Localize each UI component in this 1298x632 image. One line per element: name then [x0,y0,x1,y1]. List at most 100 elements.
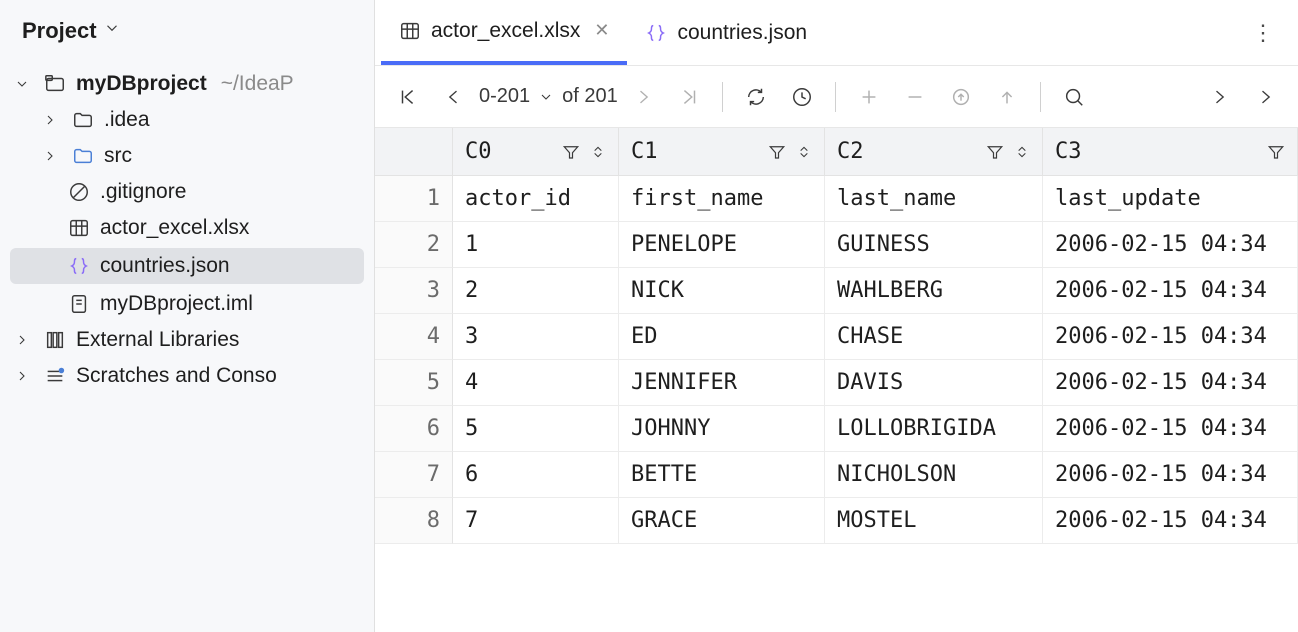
separator [1040,82,1041,112]
cell[interactable]: 2006-02-15 04:34 [1043,452,1298,498]
table-icon [66,217,92,239]
tree-item-src[interactable]: src [0,138,374,174]
row-number[interactable]: 2 [375,222,453,268]
next-page-button[interactable] [622,76,664,118]
row-range[interactable]: 0-201 of 201 [479,85,618,108]
cell[interactable]: MOSTEL [825,498,1043,544]
reload-button[interactable] [735,76,777,118]
cell[interactable]: WAHLBERG [825,268,1043,314]
column-header-c1[interactable]: C1 [619,128,825,176]
cell[interactable]: last_name [825,176,1043,222]
tab-countries-json[interactable]: countries.json [627,0,825,65]
chevron-down-icon[interactable] [10,76,34,92]
add-row-button[interactable] [848,76,890,118]
cell[interactable]: actor_id [453,176,619,222]
chevron-right-icon[interactable] [10,368,34,384]
cell[interactable]: 2006-02-15 04:34 [1043,360,1298,406]
search-button[interactable] [1053,76,1095,118]
cell[interactable]: LOLLOBRIGIDA [825,406,1043,452]
data-grid: C0 C1 C2 C3 1 [375,128,1298,544]
prev-page-button[interactable] [433,76,475,118]
cell[interactable]: JOHNNY [619,406,825,452]
project-sidebar: Project myDBproject ~/IdeaP .idea [0,0,375,632]
row-number[interactable]: 7 [375,452,453,498]
column-header-c0[interactable]: C0 [453,128,619,176]
tab-label: countries.json [677,21,807,45]
tree-item-idea[interactable]: .idea [0,102,374,138]
sort-icon[interactable] [590,144,606,160]
close-icon[interactable]: ✕ [594,20,609,41]
cell[interactable]: 2006-02-15 04:34 [1043,222,1298,268]
filter-icon[interactable] [768,143,786,161]
cell[interactable]: NICK [619,268,825,314]
more-icon[interactable]: ⋮ [1228,20,1298,46]
row-number[interactable]: 4 [375,314,453,360]
cell[interactable]: 6 [453,452,619,498]
tree-root[interactable]: myDBproject ~/IdeaP [0,66,374,102]
column-name: C2 [837,139,864,164]
scroll-right-button[interactable] [1198,76,1240,118]
cell[interactable]: NICHOLSON [825,452,1043,498]
sort-icon[interactable] [1014,144,1030,160]
scroll-right-button-2[interactable] [1244,76,1286,118]
column-header-c2[interactable]: C2 [825,128,1043,176]
remove-row-button[interactable] [894,76,936,118]
column-name: C3 [1055,139,1082,164]
tree-item-label: .idea [104,108,150,132]
row-number[interactable]: 6 [375,406,453,452]
tree-item-iml[interactable]: myDBproject.iml [0,286,374,322]
row-number[interactable]: 8 [375,498,453,544]
submit-button[interactable] [986,76,1028,118]
chevron-down-icon[interactable] [103,19,121,43]
cell[interactable]: ED [619,314,825,360]
scratches-icon [42,365,68,387]
cell[interactable]: 2006-02-15 04:34 [1043,268,1298,314]
tree-item-label: countries.json [100,254,230,278]
filter-icon[interactable] [1267,143,1285,161]
cell[interactable]: 5 [453,406,619,452]
column-name: C0 [465,139,492,164]
cell[interactable]: 2006-02-15 04:34 [1043,406,1298,452]
cell[interactable]: PENELOPE [619,222,825,268]
row-number[interactable]: 1 [375,176,453,222]
cell[interactable]: 1 [453,222,619,268]
last-page-button[interactable] [668,76,710,118]
cell[interactable]: GUINESS [825,222,1043,268]
cell[interactable]: 2006-02-15 04:34 [1043,498,1298,544]
cell[interactable]: 2 [453,268,619,314]
cell[interactable]: BETTE [619,452,825,498]
chevron-right-icon[interactable] [10,332,34,348]
revert-button[interactable] [940,76,982,118]
chevron-right-icon[interactable] [38,112,62,128]
first-page-button[interactable] [387,76,429,118]
cell[interactable]: first_name [619,176,825,222]
tree-item-gitignore[interactable]: .gitignore [0,174,374,210]
chevron-down-icon [538,89,554,105]
cell[interactable]: last_update [1043,176,1298,222]
cell[interactable]: 2006-02-15 04:34 [1043,314,1298,360]
tree-item-label: Scratches and Conso [76,364,277,388]
filter-icon[interactable] [562,143,580,161]
tree-root-label: myDBproject [76,72,207,96]
cell[interactable]: GRACE [619,498,825,544]
cell[interactable]: CHASE [825,314,1043,360]
tree-item-countries-json[interactable]: countries.json [10,248,364,284]
tree-item-scratches[interactable]: Scratches and Conso [0,358,374,394]
row-number[interactable]: 3 [375,268,453,314]
tree-item-label: .gitignore [100,180,186,204]
column-header-c3[interactable]: C3 [1043,128,1298,176]
table-icon [399,20,421,42]
cell[interactable]: DAVIS [825,360,1043,406]
tab-actor-excel[interactable]: actor_excel.xlsx ✕ [381,0,627,65]
tree-item-external-libraries[interactable]: External Libraries [0,322,374,358]
history-button[interactable] [781,76,823,118]
row-number[interactable]: 5 [375,360,453,406]
filter-icon[interactable] [986,143,1004,161]
cell[interactable]: 3 [453,314,619,360]
sort-icon[interactable] [796,144,812,160]
cell[interactable]: JENNIFER [619,360,825,406]
cell[interactable]: 7 [453,498,619,544]
tree-item-actor-excel[interactable]: actor_excel.xlsx [0,210,374,246]
chevron-right-icon[interactable] [38,148,62,164]
cell[interactable]: 4 [453,360,619,406]
